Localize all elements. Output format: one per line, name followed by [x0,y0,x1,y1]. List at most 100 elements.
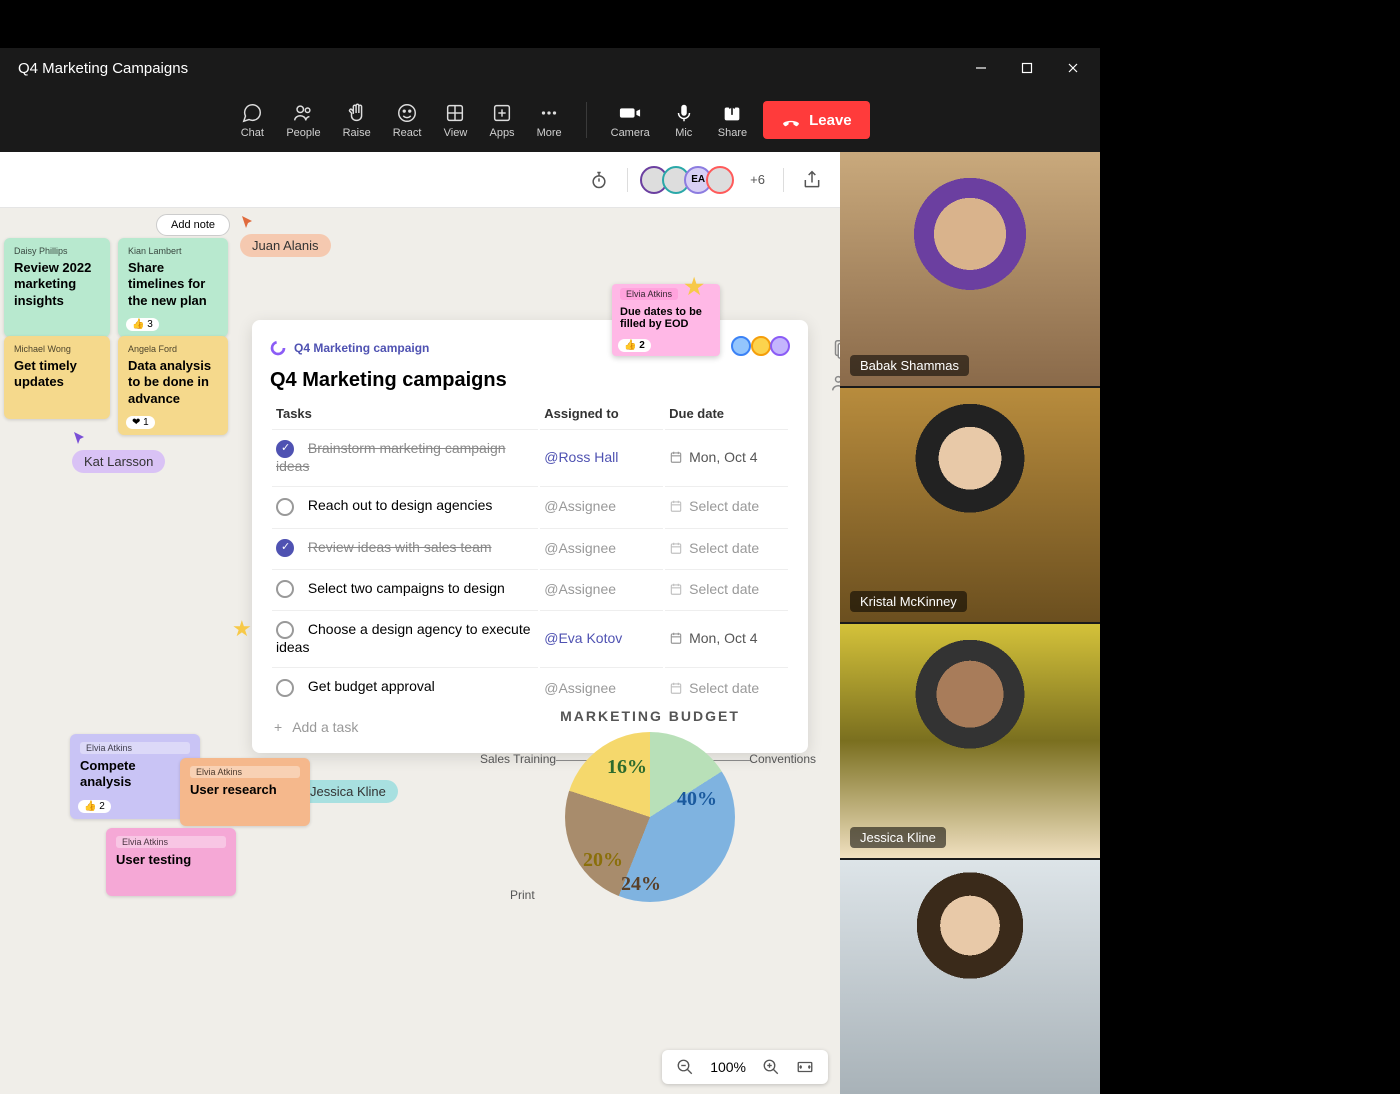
task-assignee[interactable]: @Assignee [544,581,616,597]
zoom-control: 100% [662,1050,828,1084]
task-checkbox[interactable] [276,539,294,557]
task-assignee[interactable]: @Assignee [544,680,616,696]
chart-label-sales: Sales Training [480,752,556,766]
note-text: Get timely updates [14,358,77,389]
loop-component[interactable]: Q4 Marketing campaign Q4 Marketing campa… [252,320,808,753]
sticky-note[interactable]: Kian Lambert Share timelines for the new… [118,238,228,337]
chart-title: MARKETING BUDGET [490,708,810,724]
task-row[interactable]: Choose a design agency to execute ideas … [272,610,788,665]
zoom-in-icon[interactable] [762,1058,780,1076]
more-icon [537,101,561,125]
fit-screen-icon[interactable] [796,1058,814,1076]
task-due[interactable]: Select date [669,581,784,597]
loop-breadcrumb[interactable]: Q4 Marketing campaign [294,341,429,355]
apps-button[interactable]: Apps [479,97,524,143]
task-row[interactable]: Reach out to design agencies @Assignee S… [272,486,788,525]
participant-name: Jessica Kline [850,827,946,848]
task-due[interactable]: Select date [669,498,784,514]
note-author: Kian Lambert [128,246,218,256]
calendar-icon [669,681,683,695]
task-due[interactable]: Mon, Oct 4 [669,630,784,646]
video-gallery: Babak Shammas Kristal McKinney Jessica K… [840,152,1100,1094]
sticky-note[interactable]: Michael Wong Get timely updates [4,336,110,419]
share-component-icon[interactable] [830,372,840,394]
mic-button[interactable]: Mic [662,97,706,143]
video-tile[interactable] [840,860,1100,1094]
task-due[interactable]: Mon, Oct 4 [669,449,784,465]
more-button[interactable]: More [527,97,572,143]
share-button[interactable]: Share [708,97,757,143]
note-text: User research [190,782,277,797]
video-tile[interactable]: Babak Shammas [840,152,1100,386]
marketing-budget-chart: MARKETING BUDGET Sales Training Conventi… [490,708,810,902]
note-text: Review 2022 marketing insights [14,260,91,308]
cursor-label: Juan Alanis [240,234,331,257]
task-checkbox[interactable] [276,679,294,697]
col-assigned: Assigned to [540,400,663,427]
task-checkbox[interactable] [276,621,294,639]
copy-component-icon[interactable] [830,338,840,360]
add-note-button[interactable]: Add note [156,214,230,236]
task-table: Tasks Assigned to Due date Brainstorm ma… [270,398,790,709]
task-due[interactable]: Select date [669,680,784,696]
note-reaction[interactable]: ❤ 1 [126,416,155,429]
note-author: Elvia Atkins [80,742,190,754]
meeting-toolbar: Chat People Raise React View Apps [0,88,1100,152]
sticky-note[interactable]: Elvia Atkins User research [180,758,310,826]
zoom-value: 100% [710,1059,746,1075]
zoom-out-icon[interactable] [676,1058,694,1076]
more-label: More [537,127,562,139]
task-assignee[interactable]: @Assignee [544,498,616,514]
sticky-note[interactable]: Angela Ford Data analysis to be done in … [118,336,228,435]
chat-icon [240,101,264,125]
camera-button[interactable]: Camera [601,97,660,143]
task-assignee[interactable]: @Ross Hall [544,449,618,465]
calendar-icon [669,450,683,464]
people-button[interactable]: People [276,97,330,143]
note-text: User testing [116,852,191,867]
view-button[interactable]: View [433,97,477,143]
video-tile[interactable]: Jessica Kline [840,624,1100,858]
loop-collaborators[interactable] [735,336,790,359]
maximize-button[interactable] [1004,48,1050,88]
react-button[interactable]: React [383,97,432,143]
avatar[interactable] [706,166,734,194]
note-reaction[interactable]: 👍 2 [618,339,651,352]
title-bar: Q4 Marketing Campaigns [0,48,1100,88]
task-row[interactable]: Review ideas with sales team @Assignee S… [272,528,788,567]
share-out-icon[interactable] [802,170,822,190]
chat-label: Chat [241,127,264,139]
task-row[interactable]: Select two campaigns to design @Assignee… [272,569,788,608]
note-reaction[interactable]: 👍 2 [78,800,111,813]
video-tile[interactable]: Kristal McKinney [840,388,1100,622]
task-text: Reach out to design agencies [308,497,492,513]
close-button[interactable] [1050,48,1096,88]
note-reaction[interactable]: 👍 3 [126,318,159,331]
task-checkbox[interactable] [276,498,294,516]
chat-button[interactable]: Chat [230,97,274,143]
task-checkbox[interactable] [276,440,294,458]
task-due[interactable]: Select date [669,540,784,556]
whiteboard-canvas[interactable]: EA +6 Add note Daisy Phillips Review 202… [0,152,840,1094]
task-assignee[interactable]: @Assignee [544,540,616,556]
calendar-icon [669,499,683,513]
participant-overflow[interactable]: +6 [750,172,765,187]
leave-button[interactable]: Leave [763,101,870,139]
share-icon [720,101,744,125]
timer-icon[interactable] [589,170,609,190]
task-row[interactable]: Get budget approval @Assignee Select dat… [272,667,788,706]
raise-hand-button[interactable]: Raise [333,97,381,143]
mic-icon [672,101,696,125]
task-checkbox[interactable] [276,580,294,598]
task-row[interactable]: Brainstorm marketing campaign ideas @Ros… [272,429,788,484]
task-text: Review ideas with sales team [308,539,492,555]
task-assignee[interactable]: @Eva Kotov [544,630,622,646]
sticky-note-pink[interactable]: ★ Elvia Atkins Due dates to be filled by… [612,284,720,356]
minimize-button[interactable] [958,48,1004,88]
view-icon [443,101,467,125]
calendar-icon [669,582,683,596]
sticky-note[interactable]: Elvia Atkins User testing [106,828,236,896]
sticky-note[interactable]: Daisy Phillips Review 2022 marketing ins… [4,238,110,337]
participant-avatars[interactable]: EA [646,166,734,194]
note-author: Michael Wong [14,344,100,354]
